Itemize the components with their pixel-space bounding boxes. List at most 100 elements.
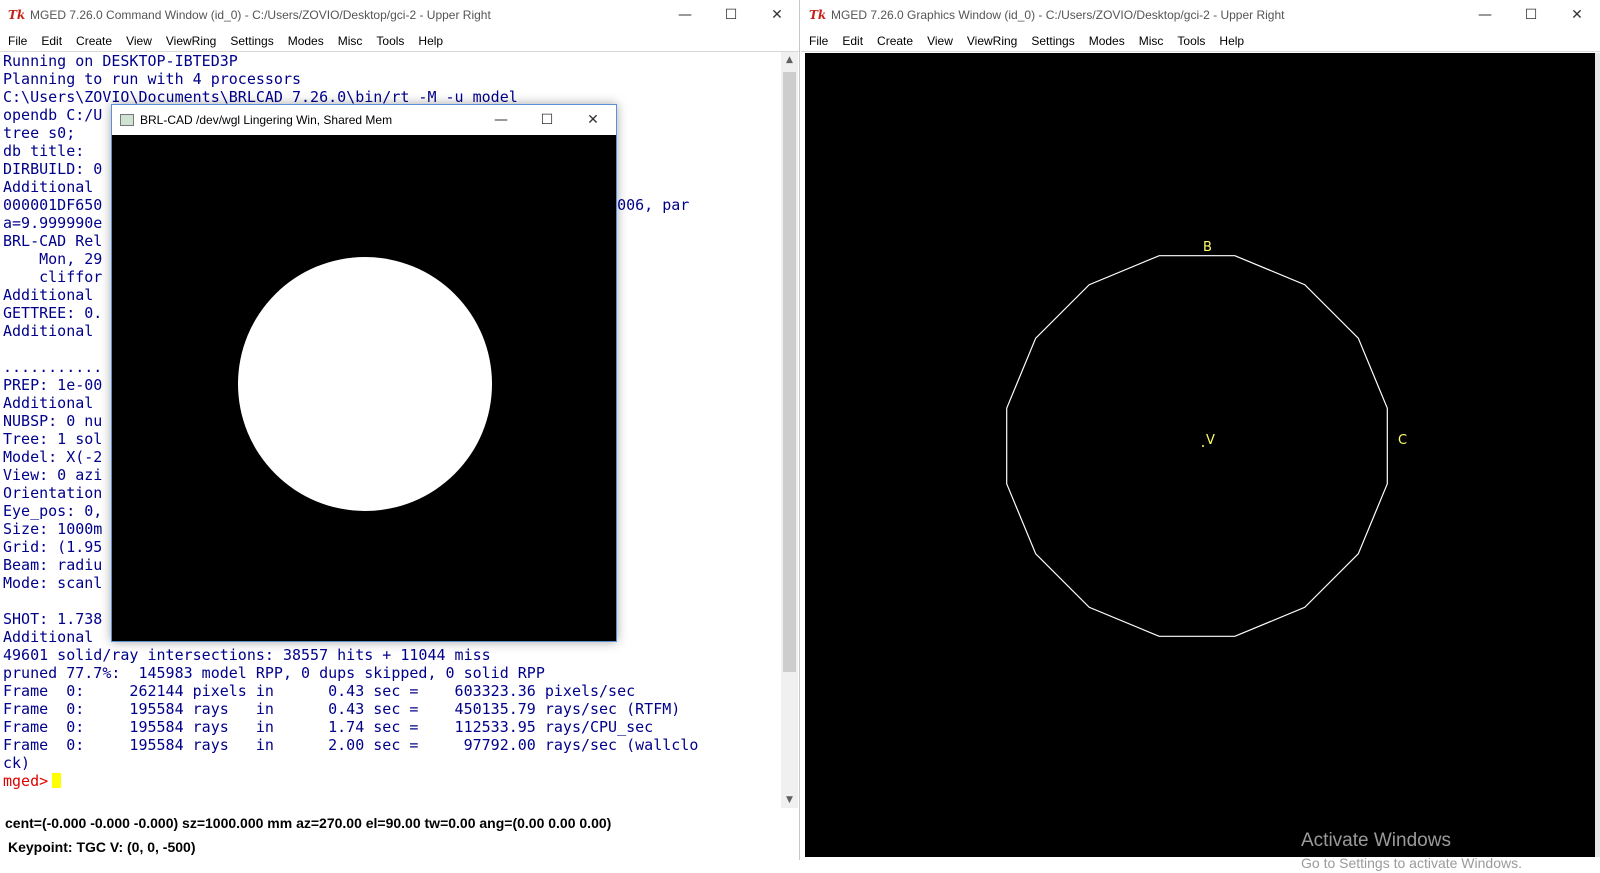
console-line: Additional <box>3 394 94 412</box>
console-line: tree s0; <box>3 124 76 142</box>
maximize-button[interactable]: ☐ <box>708 0 754 30</box>
menu-misc[interactable]: Misc <box>331 31 370 52</box>
console-line: Additional <box>3 628 94 646</box>
menu-edit[interactable]: Edit <box>34 31 69 52</box>
activate-windows-subtitle: Go to Settings to activate Windows. <box>1301 855 1522 871</box>
tk-app-icon: Tk <box>809 8 827 22</box>
menu-tools[interactable]: Tools <box>1170 31 1212 52</box>
menu-edit[interactable]: Edit <box>835 31 870 52</box>
menu-viewring[interactable]: ViewRing <box>960 31 1024 52</box>
console-line: Size: 1000m <box>3 520 103 538</box>
close-button[interactable]: ✕ <box>570 105 616 135</box>
raytrace-window-title: BRL-CAD /dev/wgl Lingering Win, Shared M… <box>140 113 393 127</box>
minimize-button[interactable]: — <box>478 105 524 135</box>
console-line: Additional <box>3 286 94 304</box>
console-line: Tree: 1 sol <box>3 430 103 448</box>
command-window-menubar: File Edit Create View ViewRing Settings Modes M… <box>0 30 799 52</box>
console-line: Eye_pos: 0, <box>3 502 103 520</box>
vertex-label-v: V <box>1206 433 1215 448</box>
mged-prompt: mged> <box>3 772 49 790</box>
console-line: a=9.999990e <box>3 214 103 232</box>
raytrace-framebuffer-window: BRL-CAD /dev/wgl Lingering Win, Shared M… <box>111 104 617 642</box>
view-status-line: cent=(-0.000 -0.000 -0.000) sz=1000.000 … <box>5 815 612 831</box>
console-line: Beam: radiu <box>3 556 103 574</box>
console-line: Mode: scanl <box>3 574 103 592</box>
console-line: pruned 77.7%: 145983 model RPP, 0 dups s… <box>3 664 545 682</box>
tk-app-icon: Tk <box>8 8 26 22</box>
raytrace-window-titlebar[interactable]: BRL-CAD /dev/wgl Lingering Win, Shared M… <box>112 105 616 135</box>
graphics-window-title: MGED 7.26.0 Graphics Window (id_0) - C:/… <box>831 8 1285 22</box>
wireframe-cylinder-outline <box>1006 255 1388 637</box>
console-line: 49601 solid/ray intersections: 38557 hit… <box>3 646 491 664</box>
activate-windows-watermark: Activate Windows Go to Settings to activ… <box>1301 829 1522 873</box>
menu-settings[interactable]: Settings <box>1024 31 1081 52</box>
console-line: Frame 0: 262144 pixels in 0.43 sec = 603… <box>3 682 636 700</box>
command-window-titlebar[interactable]: Tk MGED 7.26.0 Command Window (id_0) - C… <box>0 0 799 30</box>
mged-graphics-window: Tk MGED 7.26.0 Graphics Window (id_0) - … <box>801 0 1600 871</box>
graphics-edge-bar <box>1595 53 1600 857</box>
menu-create[interactable]: Create <box>870 31 920 52</box>
menu-modes[interactable]: Modes <box>1082 31 1132 52</box>
menu-create[interactable]: Create <box>69 31 119 52</box>
menu-settings[interactable]: Settings <box>223 31 280 52</box>
menu-help[interactable]: Help <box>411 31 450 52</box>
console-line: View: 0 azi <box>3 466 103 484</box>
menu-viewring[interactable]: ViewRing <box>159 31 223 52</box>
menu-file[interactable]: File <box>0 31 34 52</box>
console-line: Grid: (1.95 <box>3 538 103 556</box>
console-prompt-line[interactable]: mged> <box>3 772 779 790</box>
console-scrollbar[interactable]: ▲ ▼ <box>781 52 798 808</box>
close-button[interactable]: ✕ <box>1554 0 1600 30</box>
console-line: PREP: 1e-00 <box>3 376 103 394</box>
console-line: Additional <box>3 178 94 196</box>
menu-modes[interactable]: Modes <box>281 31 331 52</box>
console-line: ck) <box>3 754 31 772</box>
menu-tools[interactable]: Tools <box>369 31 411 52</box>
console-line: SHOT: 1.738 <box>3 610 103 628</box>
console-line: Frame 0: 195584 rays in 2.00 sec = 97792… <box>3 736 699 754</box>
framebuffer-icon <box>120 114 134 126</box>
menu-misc[interactable]: Misc <box>1132 31 1171 52</box>
console-line: Additional <box>3 322 94 340</box>
console-line: Running on DESKTOP-IBTED3P <box>3 52 238 70</box>
raytrace-render-canvas <box>112 135 616 641</box>
text-cursor <box>52 773 62 788</box>
minimize-button[interactable]: — <box>662 0 708 30</box>
minimize-button[interactable]: — <box>1462 0 1508 30</box>
graphics-window-titlebar[interactable]: Tk MGED 7.26.0 Graphics Window (id_0) - … <box>801 0 1600 30</box>
maximize-button[interactable]: ☐ <box>1508 0 1554 30</box>
scroll-down-arrow-icon[interactable]: ▼ <box>781 792 798 808</box>
console-line: BRL-CAD Rel <box>3 232 103 250</box>
console-line: Orientation <box>3 484 103 502</box>
wireframe-view: B V C <box>1006 240 1407 637</box>
graphics-window-menubar: File Edit Create View ViewRing Settings Modes M… <box>801 30 1600 52</box>
graphics-viewport[interactable]: B V C Activate Windows Go to Settings to… <box>805 53 1596 871</box>
console-line: Frame 0: 195584 rays in 0.43 sec = 45013… <box>3 700 681 718</box>
console-line: DIRBUILD: 0 <box>3 160 103 178</box>
keypoint-status-line: Keypoint: TGC V: (0, 0, -500) <box>8 839 196 855</box>
menu-view[interactable]: View <box>119 31 159 52</box>
close-button[interactable]: ✕ <box>754 0 800 30</box>
vertex-label-c: C <box>1398 433 1407 448</box>
raytraced-image <box>238 257 492 511</box>
raytraced-cylinder-end-disc <box>238 257 492 511</box>
console-line: NUBSP: 0 nu <box>3 412 103 430</box>
command-window-title: MGED 7.26.0 Command Window (id_0) - C:/U… <box>30 8 491 22</box>
console-line: cliffor <box>3 268 103 286</box>
maximize-button[interactable]: ☐ <box>524 105 570 135</box>
console-line: db title: <box>3 142 85 160</box>
console-line: Frame 0: 195584 rays in 1.74 sec = 11253… <box>3 718 654 736</box>
console-line: Model: X(-2 <box>3 448 103 466</box>
menu-view[interactable]: View <box>920 31 960 52</box>
console-line: opendb C:/U <box>3 106 103 124</box>
scroll-up-arrow-icon[interactable]: ▲ <box>781 52 798 68</box>
vertex-label-b: B <box>1203 240 1212 255</box>
console-line: ........... <box>3 358 103 376</box>
menu-file[interactable]: File <box>801 31 835 52</box>
console-line: GETTREE: 0. <box>3 304 103 322</box>
activate-windows-title: Activate Windows <box>1301 830 1451 851</box>
scrollbar-thumb[interactable] <box>783 72 796 672</box>
vertex-point-v <box>1202 445 1204 447</box>
console-line: Planning to run with 4 processors <box>3 70 302 88</box>
menu-help[interactable]: Help <box>1212 31 1251 52</box>
